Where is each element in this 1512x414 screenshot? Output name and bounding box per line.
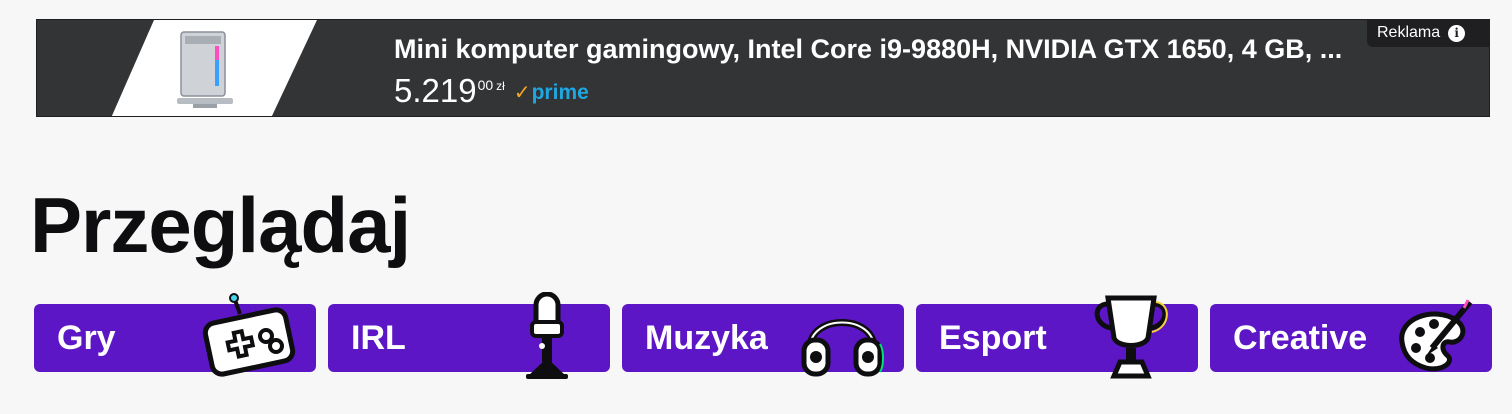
price-whole: 5.219: [394, 72, 477, 109]
category-label: Gry: [57, 319, 116, 357]
paint-palette-icon: [1399, 299, 1473, 372]
sponsored-label[interactable]: Reklama i: [1367, 19, 1490, 47]
category-card-esport[interactable]: Esport: [916, 295, 1198, 379]
ad-product-image[interactable]: [111, 20, 317, 116]
category-list: Gry IRL Muzyka Esport Creative: [34, 292, 1492, 379]
prime-label: prime: [531, 81, 589, 104]
category-card-creative[interactable]: Creative: [1210, 299, 1492, 372]
gamepad-icon: [202, 293, 296, 377]
category-card-gry[interactable]: Gry: [34, 293, 316, 377]
category-label: Esport: [939, 319, 1047, 357]
microphone-icon: [526, 292, 568, 379]
category-label: IRL: [351, 319, 406, 357]
category-card-irl[interactable]: IRL: [328, 292, 610, 379]
ad-price: 5.219 00 zł ✓ prime: [394, 72, 589, 110]
price-fraction: 00: [477, 77, 494, 93]
trophy-icon: [1094, 295, 1168, 379]
prime-check-icon: ✓: [513, 82, 531, 104]
info-icon[interactable]: i: [1448, 24, 1466, 42]
category-label: Muzyka: [645, 319, 768, 357]
mini-pc-icon: [177, 31, 233, 108]
ad-title[interactable]: Mini komputer gamingowy, Intel Core i9-9…: [394, 32, 1454, 66]
category-card-muzyka[interactable]: Muzyka: [622, 304, 904, 377]
prime-badge: ✓ prime: [513, 81, 589, 105]
sponsored-ad-banner[interactable]: Mini komputer gamingowy, Intel Core i9-9…: [36, 19, 1490, 117]
page-title: Przeglądaj: [30, 181, 411, 269]
headphones-icon: [801, 319, 884, 377]
sponsored-label-text: Reklama: [1377, 24, 1441, 41]
category-label: Creative: [1233, 319, 1368, 357]
price-currency: zł: [496, 79, 505, 93]
